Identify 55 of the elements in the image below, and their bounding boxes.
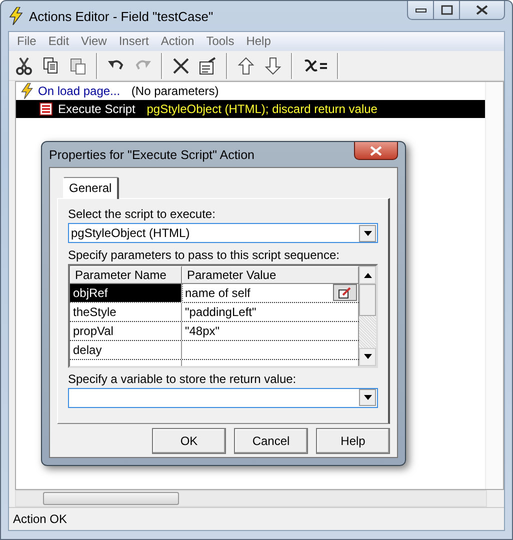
close-button[interactable] — [459, 1, 505, 20]
table-cell[interactable]: objRef — [70, 284, 182, 302]
table-cell[interactable]: propVal — [70, 322, 182, 340]
maximize-icon — [440, 5, 452, 15]
up-arrow-icon[interactable] — [237, 56, 255, 74]
dropdown-arrow-icon — [364, 230, 372, 236]
properties-icon[interactable] — [199, 56, 217, 74]
lightning-icon — [8, 7, 24, 25]
scroll-down-icon — [364, 354, 372, 360]
close-button[interactable] — [354, 142, 398, 160]
paste-icon[interactable] — [69, 56, 87, 74]
cut-icon[interactable] — [15, 56, 33, 74]
dialog-title: Properties for "Execute Script" Action — [49, 148, 254, 162]
status-text: Action OK — [13, 512, 68, 526]
edit-button[interactable] — [333, 284, 357, 302]
copy-icon[interactable] — [42, 56, 60, 74]
column-header[interactable]: Parameter Value — [182, 266, 359, 284]
scroll-up-icon — [364, 272, 372, 278]
vertical-scrollbar[interactable] — [359, 266, 376, 366]
close-icon — [370, 146, 382, 156]
menu-item[interactable]: Insert — [112, 32, 155, 51]
close-icon — [476, 5, 488, 15]
dialog-button[interactable]: Help — [316, 428, 390, 454]
dropdown-arrow-icon — [364, 395, 372, 400]
menu-item[interactable]: Action — [154, 32, 200, 51]
menu-item[interactable]: Help — [240, 32, 277, 51]
pencil-icon — [338, 286, 352, 299]
vertical-scrollbar[interactable] — [485, 82, 503, 489]
window-title: Actions Editor - Field "testCase" — [29, 8, 214, 24]
variable-icon[interactable] — [302, 56, 328, 74]
field-label: Specify a variable to store the return value: — [68, 372, 298, 386]
action-item[interactable]: Execute Script pgStyleObject (HTML); discard return value — [16, 100, 486, 118]
minimize-icon — [414, 7, 426, 13]
menu-item[interactable]: View — [75, 32, 113, 51]
lightning-icon — [20, 83, 34, 99]
dialog-button[interactable]: OK — [152, 428, 226, 454]
maximize-button[interactable] — [433, 1, 460, 20]
dialog-button[interactable]: Cancel — [234, 428, 308, 454]
down-arrow-icon[interactable] — [264, 56, 282, 74]
table-cell[interactable]: name of self — [182, 284, 359, 302]
script-dropdown[interactable]: pgStyleObject (HTML) — [68, 223, 378, 244]
scrollbar-thumb[interactable] — [43, 492, 179, 505]
script-icon — [38, 102, 54, 116]
horizontal-scrollbar[interactable] — [15, 490, 487, 507]
table-cell[interactable]: theStyle — [70, 303, 182, 322]
minimize-button[interactable] — [407, 1, 434, 20]
tab[interactable]: General — [63, 177, 119, 199]
field-label: Specify parameters to pass to this script sequence: — [68, 248, 340, 262]
menu-item[interactable]: File — [11, 32, 42, 51]
menu-item[interactable]: Tools — [200, 32, 240, 51]
field-label: Select the script to execute: — [68, 207, 216, 221]
action-item[interactable]: On load page... (No parameters) — [16, 82, 486, 100]
menu-item[interactable]: Edit — [42, 32, 76, 51]
delete-icon[interactable] — [172, 56, 190, 74]
variable-dropdown[interactable] — [68, 388, 378, 408]
